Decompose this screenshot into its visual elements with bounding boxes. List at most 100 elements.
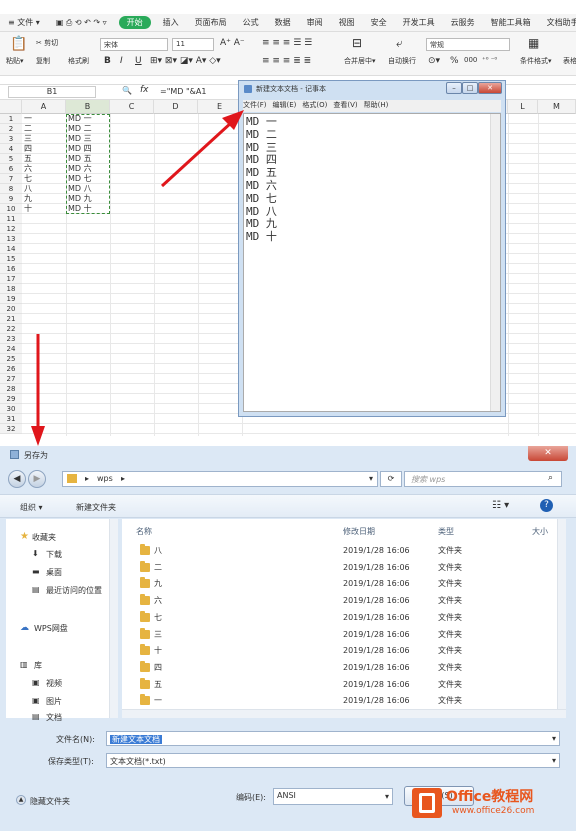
horizontal-scrollbar[interactable]	[122, 709, 566, 718]
forward-icon[interactable]: ▶	[28, 470, 46, 488]
address-folder-icon	[67, 474, 77, 483]
file-row[interactable]: 六 2019/1/28 16:06 文件夹	[122, 593, 552, 609]
file-type: 文件夹	[438, 596, 462, 606]
file-row[interactable]: 九 2019/1/28 16:06 文件夹	[122, 576, 552, 592]
address-bar[interactable]: ▸ wps ▸ ▾	[62, 471, 378, 487]
file-name: 十	[154, 646, 162, 656]
arrow-to-dialog-head	[31, 426, 45, 446]
file-date: 2019/1/28 16:06	[343, 546, 410, 555]
filetype-value: 文本文档(*.txt)	[110, 757, 166, 766]
filetype-label: 保存类型(T):	[48, 757, 94, 766]
nav-libraries[interactable]: 库	[34, 660, 42, 671]
nav-pictures[interactable]: 图片	[46, 696, 62, 707]
list-scrollbar[interactable]	[557, 519, 566, 709]
nav-recent[interactable]: 最近访问的位置	[46, 585, 110, 596]
breadcrumb-chevron-icon[interactable]: ▸	[121, 474, 125, 483]
nav-scrollbar[interactable]	[109, 519, 118, 718]
collapse-icon[interactable]: ▲	[16, 795, 26, 805]
file-date: 2019/1/28 16:06	[343, 696, 410, 706]
file-name: 九	[154, 579, 162, 589]
folder-icon	[140, 560, 150, 572]
desktop-icon: ▬	[32, 567, 40, 576]
address-dropdown-icon[interactable]: ▾	[369, 474, 373, 483]
annotation-arrows	[31, 110, 244, 446]
watermark-url: www.office26.com	[452, 806, 535, 816]
view-options-icon[interactable]: ☷ ▾	[492, 500, 509, 511]
file-date: 2019/1/28 16:06	[343, 562, 410, 572]
folder-icon	[140, 677, 150, 689]
file-name: 六	[154, 596, 162, 606]
column-date-header[interactable]: 修改日期	[343, 526, 375, 537]
encoding-select[interactable]: ANSI ▾	[273, 788, 393, 805]
favorites-star-icon: ★	[20, 531, 29, 542]
file-type: 文件夹	[438, 562, 462, 572]
file-date: 2019/1/28 16:06	[343, 629, 410, 639]
encoding-value: ANSI	[277, 791, 296, 800]
file-type: 文件夹	[438, 629, 462, 639]
column-type-header[interactable]: 类型	[438, 526, 454, 537]
dialog-close-icon[interactable]: ✕	[528, 446, 568, 461]
file-type: 文件夹	[438, 679, 462, 689]
nav-documents[interactable]: 文档	[46, 712, 62, 723]
refresh-icon[interactable]: ⟳	[380, 471, 402, 487]
file-type: 文件夹	[438, 579, 462, 589]
cloud-icon: ☁	[20, 623, 29, 633]
file-row[interactable]: 五 2019/1/28 16:06 文件夹	[122, 677, 552, 693]
filename-dropdown-icon[interactable]: ▾	[552, 734, 556, 743]
library-icon: ▥	[20, 660, 28, 669]
nav-videos[interactable]: 视频	[46, 678, 62, 689]
breadcrumb-chevron-icon[interactable]: ▸	[85, 474, 89, 483]
file-name: 八	[154, 546, 162, 555]
file-date: 2019/1/28 16:06	[343, 662, 410, 672]
file-type: 文件夹	[438, 646, 462, 656]
file-row[interactable]: 七 2019/1/28 16:06 文件夹	[122, 610, 552, 626]
folder-icon	[140, 577, 150, 589]
hide-folders-button[interactable]: 隐藏文件夹	[30, 796, 70, 807]
file-name: 七	[154, 612, 162, 622]
arrow-to-notepad	[160, 120, 234, 188]
encoding-label: 编码(E):	[236, 793, 266, 802]
file-row[interactable]: 一 2019/1/28 16:06 文件夹	[122, 693, 552, 709]
recent-icon: ▤	[32, 585, 40, 594]
file-date: 2019/1/28 16:06	[343, 596, 410, 606]
nav-desktop[interactable]: 桌面	[46, 567, 62, 578]
file-row[interactable]: 二 2019/1/28 16:06 文件夹	[122, 560, 552, 576]
pictures-icon: ▣	[32, 696, 40, 705]
dialog-title: 另存为	[24, 451, 48, 460]
nav-downloads[interactable]: 下载	[46, 549, 62, 560]
file-row[interactable]: 八 2019/1/28 16:06 文件夹	[122, 543, 552, 559]
help-icon[interactable]: ?	[540, 499, 553, 512]
column-name-header[interactable]: 名称	[136, 526, 152, 537]
filetype-dropdown-icon[interactable]: ▾	[552, 756, 556, 765]
filename-input[interactable]: 新建文本文档 ▾	[106, 731, 560, 746]
file-row[interactable]: 四 2019/1/28 16:06 文件夹	[122, 660, 552, 676]
file-row[interactable]: 三 2019/1/28 16:06 文件夹	[122, 627, 552, 643]
file-type: 文件夹	[438, 696, 462, 706]
file-list: 名称 修改日期 类型 大小 八 2019/1/28 16:06 文件夹 二 2019/1…	[122, 519, 566, 718]
new-folder-button[interactable]: 新建文件夹	[76, 502, 116, 513]
folder-icon	[140, 627, 150, 639]
encoding-dropdown-icon[interactable]: ▾	[385, 792, 389, 801]
back-icon[interactable]: ◀	[8, 470, 26, 488]
file-row[interactable]: 十 2019/1/28 16:06 文件夹	[122, 643, 552, 659]
file-name: 三	[154, 629, 162, 639]
organize-button[interactable]: 组织 ▾	[20, 502, 43, 513]
file-name: 二	[154, 562, 162, 572]
nav-favorites[interactable]: 收藏夹	[32, 532, 56, 543]
nav-wps-cloud[interactable]: WPS网盘	[34, 623, 68, 634]
file-date: 2019/1/28 16:06	[343, 579, 410, 589]
folder-icon	[140, 594, 150, 606]
search-input[interactable]: 搜索 wps	[404, 471, 562, 487]
documents-icon: ▤	[32, 712, 40, 721]
breadcrumb-path[interactable]: wps	[97, 474, 113, 483]
folder-icon	[140, 544, 150, 555]
file-name: 一	[154, 696, 162, 706]
filename-value: 新建文本文档	[110, 735, 162, 744]
folder-icon	[140, 660, 150, 672]
column-size-header[interactable]: 大小	[532, 526, 548, 537]
search-icon[interactable]: ⌕	[548, 473, 553, 483]
filetype-select[interactable]: 文本文档(*.txt) ▾	[106, 753, 560, 768]
dialog-toolbar: 组织 ▾ 新建文件夹 ☷ ▾ ?	[0, 494, 576, 518]
file-name: 五	[154, 679, 162, 689]
folder-icon	[140, 694, 150, 706]
